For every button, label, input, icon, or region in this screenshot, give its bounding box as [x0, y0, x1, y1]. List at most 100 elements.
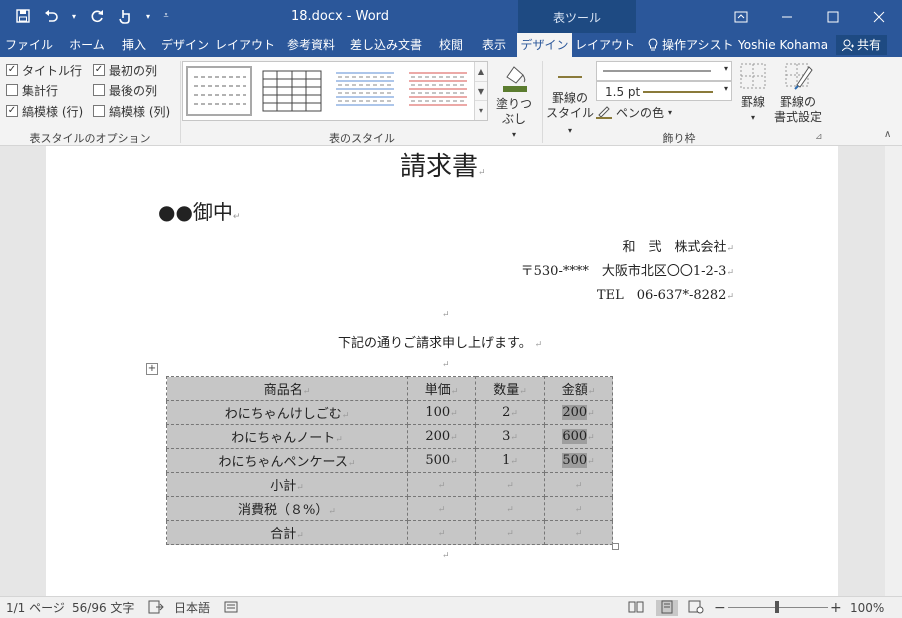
- table-cell[interactable]: 3↵: [475, 424, 545, 449]
- first-column-checkbox[interactable]: ✓ 最初の列: [93, 62, 157, 78]
- minimize-button[interactable]: [764, 0, 810, 33]
- page-count[interactable]: 1/1 ページ: [6, 600, 65, 616]
- invoice-table[interactable]: 商品名↵ 単価↵ 数量↵ 金額↵ わにちゃんけしごむ↵ 100↵ 2↵ 200↵…: [166, 376, 613, 545]
- table-cell[interactable]: ↵: [544, 520, 613, 545]
- close-button[interactable]: [856, 0, 902, 33]
- total-row-checkbox[interactable]: 集計行: [6, 82, 58, 98]
- table-header-cell[interactable]: 単価↵: [407, 376, 476, 401]
- web-layout-icon[interactable]: [688, 600, 704, 616]
- zoom-slider-thumb[interactable]: [775, 601, 779, 613]
- gallery-scrollbar[interactable]: ▲ ▼ ▾: [474, 62, 487, 120]
- language[interactable]: 日本語: [174, 600, 210, 616]
- company-line: 和 弐 株式会社↵: [622, 236, 734, 255]
- zoom-level[interactable]: 100%: [850, 600, 884, 616]
- tell-me-box[interactable]: 操作アシスト: [648, 33, 734, 57]
- user-name[interactable]: Yoshie Kohama: [738, 33, 828, 57]
- read-mode-icon[interactable]: [628, 600, 644, 616]
- chevron-up-icon[interactable]: ▲: [475, 62, 487, 81]
- word-count[interactable]: 56/96 文字: [72, 600, 134, 616]
- cell-mark: ↵: [587, 409, 595, 419]
- cell-mark: ↵: [437, 481, 446, 491]
- table-cell[interactable]: わにちゃんけしごむ↵: [166, 400, 408, 425]
- cell-text: 合計: [270, 527, 297, 542]
- border-styles-button[interactable]: 罫線の スタイル ▾: [546, 67, 594, 138]
- macro-recording-icon[interactable]: [224, 600, 240, 616]
- print-layout-icon[interactable]: [656, 600, 678, 616]
- table-cell[interactable]: ↵: [544, 496, 613, 521]
- tab-table-layout[interactable]: レイアウト: [574, 33, 636, 57]
- tab-mailings[interactable]: 差し込み文書: [346, 33, 426, 57]
- paragraph-mark: ↵: [478, 168, 486, 178]
- table-cell[interactable]: 200↵: [544, 400, 613, 425]
- table-cell[interactable]: 1↵: [475, 448, 545, 473]
- tab-table-design[interactable]: デザイン: [517, 33, 572, 57]
- table-style-blue[interactable]: [332, 66, 398, 116]
- border-painter-button[interactable]: 罫線の 書式設定: [772, 61, 824, 125]
- borders-button[interactable]: 罫線 ▾: [734, 61, 772, 125]
- cell-mark: ↵: [437, 505, 446, 515]
- table-style-grid[interactable]: [259, 66, 325, 116]
- tab-layout[interactable]: レイアウト: [214, 33, 276, 57]
- table-cell[interactable]: ↵: [475, 496, 545, 521]
- table-cell[interactable]: 500↵: [407, 448, 476, 473]
- invoice-title: 請求書↵: [400, 146, 486, 183]
- line-weight-select[interactable]: 1.5 pt ▾: [596, 81, 732, 101]
- table-header-cell[interactable]: 金額↵: [544, 376, 613, 401]
- table-cell[interactable]: わにちゃんペンケース↵: [166, 448, 408, 473]
- tab-review[interactable]: 校閲: [430, 33, 472, 57]
- table-style-red[interactable]: [405, 66, 471, 116]
- table-cell[interactable]: ↵: [407, 520, 476, 545]
- table-cell[interactable]: ↵: [407, 496, 476, 521]
- table-cell[interactable]: 500↵: [544, 448, 613, 473]
- zoom-in-button[interactable]: +: [830, 600, 842, 616]
- table-cell[interactable]: 合計↵: [166, 520, 408, 545]
- banded-columns-label: 縞模様 (列): [109, 104, 171, 119]
- tab-references[interactable]: 参考資料: [280, 33, 342, 57]
- cell-text: 200: [425, 429, 451, 444]
- table-move-handle-icon[interactable]: +: [146, 363, 158, 375]
- proofing-icon[interactable]: [148, 600, 164, 616]
- tab-insert[interactable]: 挿入: [114, 33, 154, 57]
- table-cell[interactable]: 消費税（８%）↵: [166, 496, 408, 521]
- table-cell[interactable]: ↵: [407, 472, 476, 497]
- tab-file[interactable]: ファイル: [4, 33, 54, 57]
- more-icon[interactable]: ▾: [475, 100, 487, 119]
- dialog-launcher-icon[interactable]: ⊿: [815, 132, 823, 142]
- table-cell[interactable]: 200↵: [407, 424, 476, 449]
- cell-mark: ↵: [341, 411, 350, 421]
- banded-rows-checkbox[interactable]: ✓ 縞模様 (行): [6, 103, 83, 119]
- collapse-ribbon-icon[interactable]: ∧: [884, 129, 891, 140]
- tab-design[interactable]: デザイン: [158, 33, 212, 57]
- table-cell[interactable]: ↵: [475, 520, 545, 545]
- table-cell[interactable]: 100↵: [407, 400, 476, 425]
- tab-home[interactable]: ホーム: [64, 33, 110, 57]
- table-cell[interactable]: 2↵: [475, 400, 545, 425]
- banded-columns-checkbox[interactable]: 縞模様 (列): [93, 103, 170, 119]
- border-styles-label-2: スタイル: [546, 106, 595, 120]
- table-cell[interactable]: 600↵: [544, 424, 613, 449]
- table-cell[interactable]: 小計↵: [166, 472, 408, 497]
- table-style-plain[interactable]: [186, 66, 252, 116]
- chevron-down-icon[interactable]: ▼: [475, 81, 487, 100]
- ribbon-display-options-button[interactable]: [718, 0, 764, 33]
- tab-view[interactable]: 表示: [474, 33, 514, 57]
- table-header-cell[interactable]: 商品名↵: [166, 376, 408, 401]
- line-style-select[interactable]: ▾: [596, 61, 732, 81]
- checkmark-icon: ✓: [6, 105, 18, 117]
- cell-mark: ↵: [302, 387, 311, 397]
- table-resize-handle[interactable]: [612, 543, 619, 550]
- table-cell[interactable]: ↵: [475, 472, 545, 497]
- header-row-checkbox[interactable]: ✓ タイトル行: [6, 62, 82, 78]
- table-styles-gallery[interactable]: ▲ ▼ ▾: [182, 61, 488, 121]
- share-button[interactable]: 共有: [836, 35, 888, 55]
- vertical-scrollbar[interactable]: [885, 146, 902, 596]
- maximize-button[interactable]: [810, 0, 856, 33]
- banded-rows-label: 縞模様 (行): [22, 104, 84, 119]
- table-header-cell[interactable]: 数量↵: [475, 376, 545, 401]
- pen-color-button[interactable]: ペンの色 ▾: [596, 104, 672, 120]
- table-cell[interactable]: わにちゃんノート↵: [166, 424, 408, 449]
- border-painter-label-1: 罫線の: [779, 95, 816, 109]
- last-column-checkbox[interactable]: 最後の列: [93, 82, 157, 98]
- zoom-out-button[interactable]: −: [714, 600, 726, 616]
- table-cell[interactable]: ↵: [544, 472, 613, 497]
